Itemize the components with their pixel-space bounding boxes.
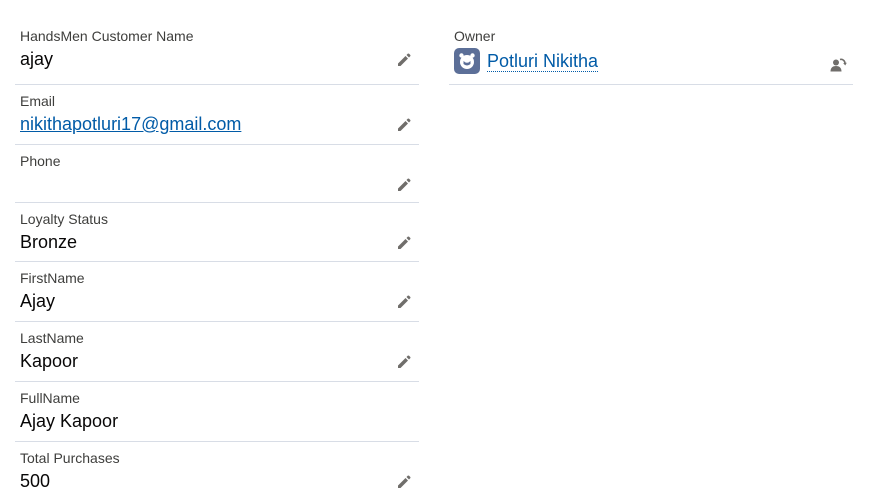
- field-value: Ajay Kapoor: [20, 411, 119, 431]
- field-last-name: LastName Kapoor: [15, 322, 419, 382]
- field-value: [20, 173, 419, 195]
- pencil-icon: [398, 355, 411, 368]
- field-first-name: FirstName Ajay: [15, 262, 419, 322]
- pencil-icon: [398, 475, 411, 488]
- pencil-icon: [398, 53, 411, 66]
- field-total-purchases: Total Purchases 500: [15, 442, 419, 502]
- field-label: Email: [20, 93, 56, 109]
- change-owner-button[interactable]: [829, 56, 847, 74]
- field-value: Bronze: [20, 232, 78, 252]
- field-value: ajay: [20, 49, 54, 69]
- field-full-name: FullName Ajay Kapoor: [15, 382, 419, 442]
- edit-first-name-button[interactable]: [395, 293, 413, 311]
- edit-total-purchases-button[interactable]: [395, 473, 413, 491]
- owner-link[interactable]: Potluri Nikitha: [487, 51, 599, 72]
- field-label: Total Purchases: [20, 450, 120, 466]
- field-label: Phone: [20, 153, 61, 169]
- field-value: nikithapotluri17@gmail.com: [20, 113, 419, 135]
- edit-customer-name-button[interactable]: [395, 51, 413, 69]
- pencil-icon: [398, 236, 411, 249]
- field-phone: Phone: [15, 145, 419, 203]
- edit-phone-button[interactable]: [395, 176, 413, 194]
- field-label: FullName: [20, 390, 80, 406]
- right-field-column: Owner Potluri Nikitha: [449, 20, 853, 85]
- field-loyalty-status: Loyalty Status Bronze: [15, 203, 419, 262]
- field-owner: Owner Potluri Nikitha: [449, 20, 853, 85]
- pencil-icon: [398, 118, 411, 131]
- field-label: HandsMen Customer Name: [20, 28, 194, 44]
- edit-last-name-button[interactable]: [395, 353, 413, 371]
- edit-loyalty-status-button[interactable]: [395, 234, 413, 252]
- field-label: Loyalty Status: [20, 211, 108, 227]
- field-value: Ajay: [20, 291, 56, 311]
- pencil-icon: [398, 295, 411, 308]
- field-customer-name: HandsMen Customer Name ajay: [15, 20, 419, 85]
- owner-value: Potluri Nikitha: [454, 48, 853, 74]
- field-value: Kapoor: [20, 351, 79, 371]
- pencil-icon: [398, 178, 411, 191]
- left-field-column: HandsMen Customer Name ajay Email nikith…: [15, 20, 419, 502]
- field-label: Owner: [454, 28, 496, 44]
- field-label: FirstName: [20, 270, 85, 286]
- user-avatar-icon: [454, 48, 480, 74]
- field-email: Email nikithapotluri17@gmail.com: [15, 85, 419, 145]
- change-owner-icon: [830, 58, 847, 72]
- email-link[interactable]: nikithapotluri17@gmail.com: [20, 114, 241, 134]
- edit-email-button[interactable]: [395, 116, 413, 134]
- field-label: LastName: [20, 330, 84, 346]
- field-value: 500: [20, 471, 51, 491]
